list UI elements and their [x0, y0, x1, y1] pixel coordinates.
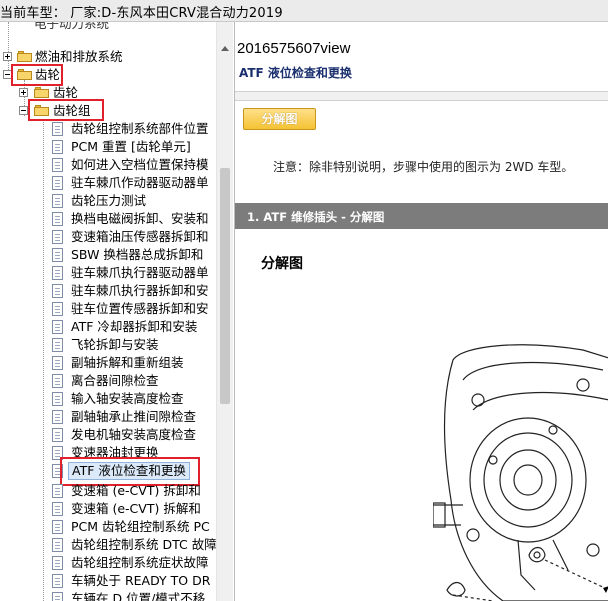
tree-doc-item[interactable]: 车辆处于 READY TO DR: [0, 572, 216, 590]
document-icon: [52, 266, 63, 280]
document-icon: [52, 248, 63, 262]
tree-doc-item[interactable]: 驻车棘爪执行器驱动器单: [0, 264, 216, 282]
tree-doc-item[interactable]: 齿轮压力测试: [0, 192, 216, 210]
document-icon: [52, 302, 63, 316]
document-icon: [52, 212, 63, 226]
document-icon: [52, 338, 63, 352]
section-title: 1. ATF 维修插头 - 分解图: [247, 210, 385, 224]
document-icon: [52, 574, 63, 588]
tree-doc-item[interactable]: 飞轮拆卸与安装: [0, 336, 216, 354]
document-icon: [52, 538, 63, 552]
annotation-highlight-box: [11, 64, 63, 86]
tree-doc-item[interactable]: PCM 齿轮组控制系统 PC: [0, 518, 216, 536]
section-header[interactable]: 1. ATF 维修插头 - 分解图: [235, 203, 608, 229]
tree-doc-item[interactable]: 副轴拆解和重新组装: [0, 354, 216, 372]
tree-doc-item[interactable]: 输入轴安装高度检查: [0, 390, 216, 408]
document-icon: [52, 392, 63, 406]
tree-doc-item[interactable]: 如何进入空档位置保持模: [0, 156, 216, 174]
document-icon: [52, 484, 63, 498]
collapse-icon[interactable]: [19, 106, 28, 115]
tree-doc-item[interactable]: 副轴轴承止推间隙检查: [0, 408, 216, 426]
document-icon: [52, 176, 63, 190]
scroll-thumb[interactable]: [220, 168, 230, 404]
tree-doc-item[interactable]: 变速箱油压传感器拆卸和: [0, 228, 216, 246]
document-icon: [52, 356, 63, 370]
tree-doc-item[interactable]: 齿轮组控制系统症状故障: [0, 554, 216, 572]
document-icon: [52, 140, 63, 154]
title-bar: 当前车型： 厂家:D-东风本田CRV混合动力2019: [0, 0, 608, 22]
tree-doc-item[interactable]: 车辆在 D 位置/模式不移: [0, 590, 216, 601]
document-icon: [52, 428, 63, 442]
tree-doc-item[interactable]: 驻车位置传感器拆卸和安: [0, 300, 216, 318]
expand-icon[interactable]: [3, 52, 12, 61]
document-pane: 2016575607view ATF 液位检查和更换 分解图 注意：除非特别说明…: [234, 22, 608, 601]
folder-icon: [34, 87, 49, 98]
document-icon: [52, 320, 63, 334]
document-icon: [52, 410, 63, 424]
exploded-view-button[interactable]: 分解图: [243, 108, 316, 130]
tree-doc-item[interactable]: 变速箱 (e-CVT) 拆卸和: [0, 482, 216, 500]
document-icon: [52, 374, 63, 388]
document-icon: [52, 502, 63, 516]
tree-doc-item[interactable]: ATF 冷却器拆卸和安装: [0, 318, 216, 336]
document-icon: [52, 122, 63, 136]
tree-doc-item[interactable]: 发电机轴安装高度检查: [0, 426, 216, 444]
scroll-up-arrow-icon[interactable]: [221, 46, 229, 51]
document-icon: [52, 194, 63, 208]
annotation-highlight-box: [28, 99, 104, 121]
document-title: ATF 液位检查和更换: [239, 66, 352, 80]
document-icon: [52, 230, 63, 244]
folder-icon: [17, 51, 32, 62]
tree-doc-item[interactable]: 齿轮组控制系统 DTC 故障: [0, 536, 216, 554]
tree-doc-item[interactable]: 换档电磁阀拆卸、安装和: [0, 210, 216, 228]
nav-tree[interactable]: 电子动力系统 燃油和排放系统 齿轮 齿轮 齿轮组 齿轮组控制系统部件位置 PCM…: [0, 22, 216, 601]
document-id: 2016575607view: [237, 40, 351, 57]
document-icon: [52, 284, 63, 298]
tree-doc-item[interactable]: 驻车棘爪作动器驱动器单: [0, 174, 216, 192]
divider: [235, 91, 608, 101]
tree-doc-item[interactable]: 离合器间隙检查: [0, 372, 216, 390]
tree-doc-item[interactable]: PCM 重置 [齿轮单元]: [0, 138, 216, 156]
tree-doc-item[interactable]: 变速箱 (e-CVT) 拆解和: [0, 500, 216, 518]
exploded-diagram-image: [433, 344, 608, 601]
document-icon: [52, 520, 63, 534]
window-title: 当前车型： 厂家:D-东风本田CRV混合动力2019: [0, 6, 283, 21]
document-icon: [52, 556, 63, 570]
document-icon: [52, 592, 63, 601]
note-text: 注意：除非特别说明，步骤中使用的图示为 2WD 车型。: [273, 160, 574, 174]
document-icon: [52, 158, 63, 172]
sub-heading: 分解图: [261, 256, 303, 272]
expand-icon[interactable]: [19, 88, 28, 97]
tree-scrollbar[interactable]: [216, 22, 233, 601]
tree-doc-item[interactable]: 齿轮组控制系统部件位置: [0, 120, 216, 138]
tree-doc-item[interactable]: SBW 换档器总成拆卸和: [0, 246, 216, 264]
tree-doc-item[interactable]: 驻车棘爪执行器拆卸和安: [0, 282, 216, 300]
